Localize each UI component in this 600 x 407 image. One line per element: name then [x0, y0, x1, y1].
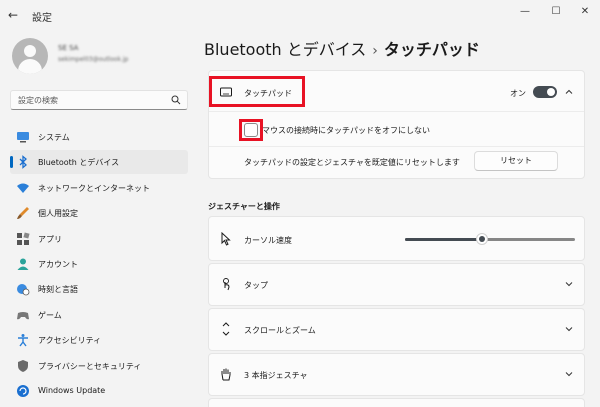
avatar[interactable]	[12, 38, 48, 74]
search-box[interactable]	[10, 90, 188, 110]
breadcrumb-parent[interactable]: Bluetooth とデバイス	[204, 40, 366, 59]
sidebar-item-bluetooth[interactable]: Bluetooth とデバイス	[10, 150, 188, 175]
touchpad-toggle[interactable]	[533, 86, 557, 98]
sidebar-item-time-language[interactable]: 時刻と言語	[10, 277, 188, 301]
chevron-down-icon[interactable]	[564, 324, 574, 334]
sidebar-item-windows-update[interactable]: Windows Update	[10, 379, 188, 403]
apps-icon	[16, 232, 30, 246]
reset-button[interactable]: リセット	[474, 151, 558, 171]
globe-clock-icon	[16, 282, 30, 296]
accessibility-icon	[16, 333, 30, 347]
sidebar-item-network[interactable]: ネットワークとインターネット	[10, 176, 188, 200]
highlight-touchpad	[209, 76, 305, 107]
search-input[interactable]	[18, 94, 168, 107]
tap-icon	[219, 277, 233, 291]
next-row-partial	[208, 398, 585, 407]
cursor-speed-label: カーソル速度	[244, 236, 292, 245]
breadcrumb: Bluetooth とデバイス › タッチパッド	[204, 36, 480, 60]
gamepad-icon	[16, 308, 30, 322]
hand-icon	[219, 367, 233, 381]
sidebar-nav: システム Bluetooth とデバイス ネットワークとインターネット 個人用設…	[10, 125, 188, 404]
back-arrow-icon[interactable]: ←	[8, 8, 22, 22]
account-name: SE SA	[58, 44, 79, 52]
tap-label: タップ	[244, 281, 268, 290]
brush-icon	[16, 206, 30, 220]
wifi-icon	[16, 181, 30, 195]
window-title: 設定	[32, 13, 52, 24]
mouse-option-label: マウスの接続時にタッチパッドをオフにしない	[262, 126, 430, 135]
bluetooth-icon	[16, 155, 30, 170]
monitor-icon	[16, 130, 30, 144]
account-email: sekimpel03@outlook.jp	[58, 56, 129, 63]
maximize-button[interactable]: ☐	[545, 4, 567, 20]
sidebar-item-system[interactable]: システム	[10, 125, 188, 149]
breadcrumb-separator: ›	[372, 43, 378, 59]
chevron-down-icon[interactable]	[564, 279, 574, 289]
sidebar-item-privacy[interactable]: プライバシーとセキュリティ	[10, 354, 188, 378]
scroll-icon	[219, 322, 233, 336]
sidebar-item-personalization[interactable]: 個人用設定	[10, 201, 188, 225]
search-icon[interactable]	[171, 95, 181, 105]
title-bar: ← 設定 — ☐ ✕	[0, 0, 600, 30]
person-icon	[16, 257, 30, 271]
cursor-icon	[219, 231, 233, 246]
sidebar-item-gaming[interactable]: ゲーム	[10, 303, 188, 327]
highlight-checkbox	[239, 119, 263, 141]
sidebar-item-accounts[interactable]: アカウント	[10, 252, 188, 276]
reset-description: タッチパッドの設定とジェスチャを既定値にリセットします	[244, 158, 460, 167]
toggle-state-label: オン	[510, 89, 526, 98]
scroll-zoom-label: スクロールとズーム	[244, 326, 316, 335]
cursor-speed-slider[interactable]	[405, 233, 575, 245]
update-icon	[16, 384, 30, 398]
sidebar-item-apps[interactable]: アプリ	[10, 227, 188, 251]
gestures-section-title: ジェスチャーと操作	[208, 202, 280, 211]
toggle-knob	[547, 88, 555, 96]
chevron-up-icon[interactable]	[564, 87, 574, 97]
minimize-button[interactable]: —	[514, 4, 536, 20]
slider-fill	[405, 238, 482, 241]
active-indicator	[10, 156, 13, 169]
sidebar-item-accessibility[interactable]: アクセシビリティ	[10, 328, 188, 352]
three-finger-label: 3 本指ジェスチャ	[244, 371, 308, 380]
close-button[interactable]: ✕	[574, 4, 596, 20]
shield-icon	[16, 359, 30, 373]
chevron-down-icon[interactable]	[564, 369, 574, 379]
page-title: タッチパッド	[383, 40, 480, 59]
slider-thumb[interactable]	[475, 233, 488, 245]
